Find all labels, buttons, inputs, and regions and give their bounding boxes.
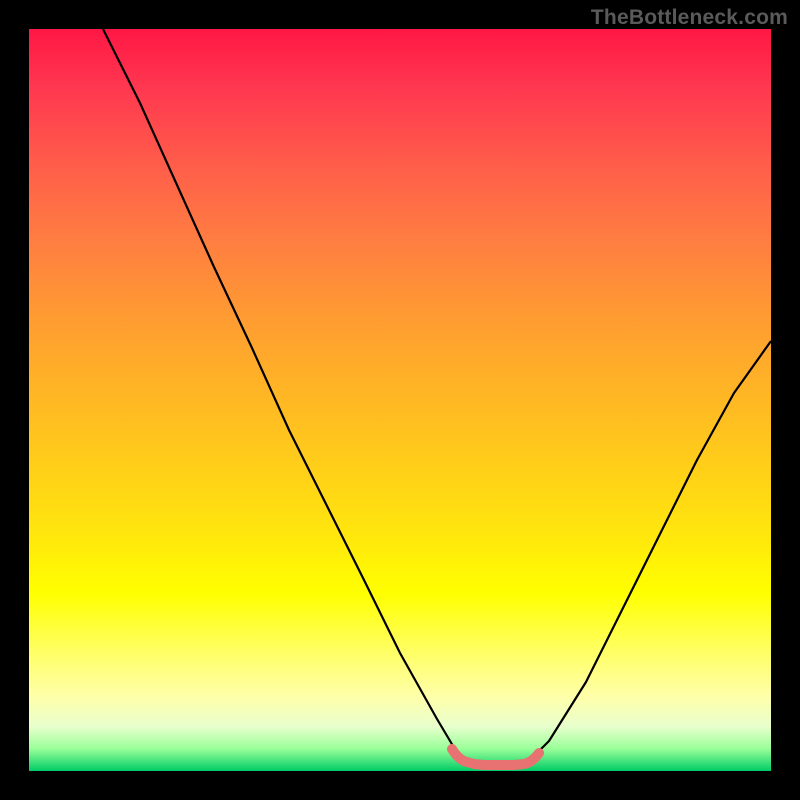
bottleneck-curve-line (103, 29, 771, 764)
watermark-text: TheBottleneck.com (591, 6, 788, 30)
optimal-zone-marker-line (452, 749, 539, 765)
chart-container: TheBottleneck.com (0, 0, 800, 800)
chart-svg (29, 29, 771, 771)
plot-area (29, 29, 771, 771)
